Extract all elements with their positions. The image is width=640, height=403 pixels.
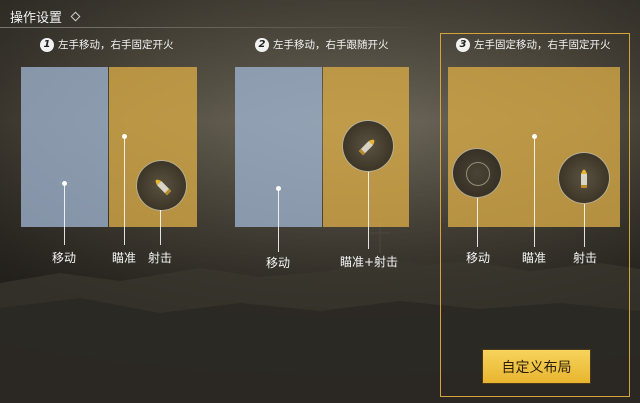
option-1-fire-button[interactable] — [136, 160, 187, 211]
title-diamond-icon — [70, 11, 81, 22]
option-2-aim-shoot-label: 瞄准+射击 — [340, 255, 399, 269]
option-1-shoot-label: 射击 — [148, 251, 173, 265]
option-3-number: 3 — [456, 37, 470, 52]
option-3-aim-label: 瞄准 — [522, 251, 547, 265]
option-1-aim-label: 瞄准 — [112, 251, 137, 265]
option-2-aim-shoot-line — [368, 172, 369, 249]
option-1-number: 1 — [40, 37, 54, 52]
option-2-move-label: 移动 — [266, 256, 291, 270]
option-1-shoot-line — [160, 210, 161, 245]
option-3-move-label: 移动 — [466, 251, 491, 265]
option-2-move-line — [278, 190, 279, 252]
option-3-shoot-label: 射击 — [573, 251, 598, 265]
option-2-header[interactable]: 2 左手移动，右手跟随开火 — [255, 37, 389, 52]
option-1-aim-line — [124, 138, 125, 245]
option-1-move-line — [64, 185, 65, 245]
title-divider — [0, 27, 430, 28]
option-2-number: 2 — [255, 37, 269, 52]
option-3-label: 左手固定移动，右手固定开火 — [474, 39, 611, 51]
joystick-icon — [466, 162, 490, 186]
option-3-aim-line — [534, 138, 535, 247]
option-3-move-line — [477, 198, 478, 247]
bullet-icon — [155, 179, 171, 195]
option-3-shoot-line — [584, 204, 585, 247]
option-3-fire-button[interactable] — [558, 152, 610, 204]
page-title: 操作设置 — [10, 11, 63, 26]
option-1-header[interactable]: 1 左手移动，右手固定开火 — [40, 37, 174, 52]
option-3-move-joystick[interactable] — [452, 148, 502, 198]
option-3-header[interactable]: 3 左手固定移动，右手固定开火 — [456, 37, 611, 52]
bullet-icon — [581, 169, 587, 188]
option-1-move-label: 移动 — [52, 251, 77, 265]
option-2-label: 左手移动，右手跟随开火 — [273, 39, 389, 51]
option-1-label: 左手移动，右手固定开火 — [58, 39, 174, 51]
option-2-fire-button[interactable] — [342, 120, 394, 172]
custom-layout-button[interactable]: 自定义布局 — [483, 350, 590, 383]
bullet-icon — [358, 139, 375, 156]
